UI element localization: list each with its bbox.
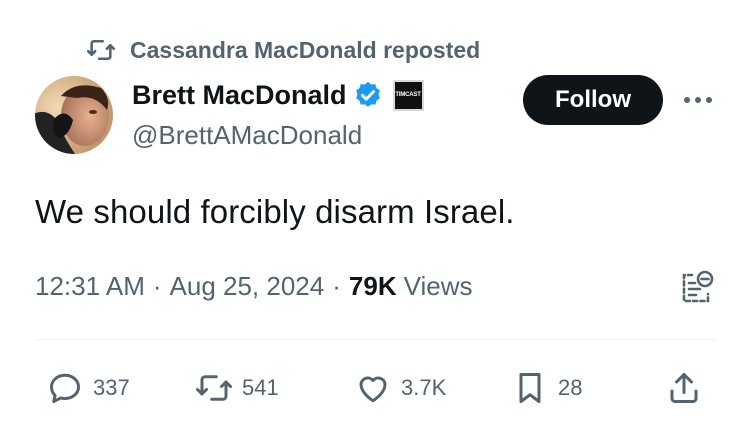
divider	[35, 339, 715, 340]
views-count: 79K	[348, 271, 397, 301]
repost-text: Cassandra MacDonald reposted	[130, 36, 481, 63]
heart-icon	[359, 376, 387, 403]
share-button[interactable]	[666, 368, 702, 408]
repost-count: 541	[242, 375, 279, 400]
share-icon	[670, 373, 698, 403]
tweet-date[interactable]: Aug 25, 2024	[170, 271, 325, 302]
views-label: Views	[403, 271, 473, 301]
bookmark-count: 28	[558, 375, 583, 400]
meta-separator: ·	[332, 271, 341, 301]
verified-badge-icon	[355, 81, 380, 107]
avatar[interactable]	[35, 76, 113, 154]
bookmark-button[interactable]: 28	[512, 368, 582, 408]
tweet-time[interactable]: 12:31 AM	[35, 271, 145, 302]
affiliate-badge[interactable]: TIMCAST	[392, 79, 424, 111]
reply-icon	[50, 373, 80, 403]
tweet-meta: 12:31 AM · Aug 25, 2024 · 79K Views	[35, 271, 473, 302]
repost-button[interactable]: 541	[196, 368, 279, 408]
reply-count: 337	[93, 375, 130, 400]
meta-separator: ·	[152, 271, 162, 301]
bookmark-icon	[519, 373, 541, 403]
author-row: Brett MacDonald TIMCAST	[132, 77, 424, 113]
like-count: 3.7K	[401, 375, 447, 400]
author-name[interactable]: Brett MacDonald	[132, 80, 347, 111]
reply-button[interactable]: 337	[47, 368, 130, 408]
grok-analyze-icon[interactable]	[676, 268, 716, 308]
more-options-icon[interactable]	[681, 88, 715, 112]
repost-icon	[196, 375, 232, 401]
repost-header[interactable]: Cassandra MacDonald reposted	[84, 34, 480, 66]
repost-icon	[86, 39, 116, 61]
follow-button[interactable]: Follow	[523, 75, 663, 125]
like-button[interactable]: 3.7K	[355, 368, 446, 408]
tweet-text: We should forcibly disarm Israel.	[35, 193, 515, 230]
author-handle[interactable]: @BrettAMacDonald	[132, 120, 362, 151]
